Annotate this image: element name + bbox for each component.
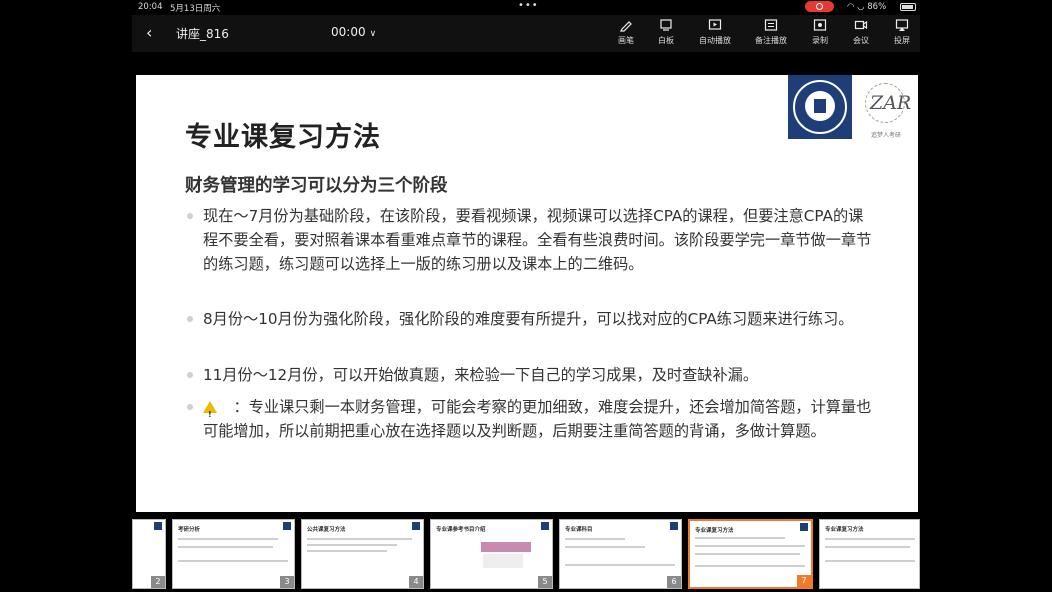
- slide-thumbnail[interactable]: 考研分析 3: [172, 519, 295, 589]
- warning-icon: [203, 401, 217, 427]
- slide-title: 专业课复习方法: [185, 122, 381, 153]
- headphone-icon: ◡: [857, 2, 865, 12]
- bullet-text: 现在～7月份为基础阶段，在该阶段，要看视频课，视频课可以选择CPA的课程，但要注…: [203, 207, 872, 273]
- slide-thumbnail[interactable]: 公共课复习方法 4: [301, 519, 424, 589]
- top-toolbar: ‹ 讲座_816 00:00 ∨ 画笔 白板 自动播放 备注播放 录制 会议 投屏: [132, 15, 920, 52]
- meeting-icon: [854, 20, 868, 30]
- university-logo: [788, 75, 852, 139]
- thumbnail-strip: 2 考研分析 3 公共课复习方法 4 专业课参考书目介绍 5 专业课科目 6 专…: [132, 518, 920, 592]
- bullet-item: 8月份～10月份为强化阶段，强化阶段的难度要有所提升，可以找对应的CPA练习题来…: [187, 307, 877, 331]
- document-title: 讲座_816: [176, 27, 229, 41]
- bullet-item: 11月份～12月份，可以开始做真题，来检验一下自己的学习成果，及时查缺补漏。: [187, 363, 877, 387]
- notes-play-icon: [764, 19, 778, 31]
- screen-record-icon[interactable]: [805, 1, 834, 12]
- wifi-icon: ◠: [847, 2, 855, 12]
- pen-button[interactable]: 画笔: [606, 18, 646, 46]
- slide-number: 7: [797, 575, 811, 587]
- record-button[interactable]: 录制: [800, 18, 840, 46]
- slide-number: 3: [280, 576, 294, 588]
- meeting-button[interactable]: 会议: [841, 18, 881, 46]
- bullet-dot: [187, 316, 193, 322]
- whiteboard-label: 白板: [658, 36, 674, 45]
- slide-subtitle: 财务管理的学习可以分为三个阶段: [185, 176, 448, 196]
- logo-caption: 追梦人考研: [870, 132, 901, 139]
- date: 5月13日周六: [170, 4, 221, 14]
- chevron-down-icon: ∨: [369, 29, 377, 39]
- slide-thumbnail-active[interactable]: 专业课复习方法 7: [688, 519, 813, 589]
- bullet-dot: [187, 404, 193, 410]
- record-icon: [813, 19, 827, 31]
- pen-label: 画笔: [618, 36, 634, 45]
- bullet-dot: [187, 372, 193, 378]
- battery-icon: [900, 3, 916, 11]
- pen-icon: [620, 21, 632, 32]
- status-bar: 20:04 5月13日周六 ••• ◠ ◡ 86%: [0, 0, 1052, 14]
- autoplay-button[interactable]: 自动播放: [695, 18, 735, 46]
- cast-button[interactable]: 投屏: [882, 18, 922, 46]
- battery-percent: 86%: [867, 2, 887, 12]
- bullet-text: ：专业课只剩一本财务管理，可能会考察的更加细致，难度会提升，还会增加简答题，计算…: [203, 398, 872, 440]
- timer-value: 00:00: [331, 25, 366, 39]
- bullet-item: ：专业课只剩一本财务管理，可能会考察的更加细致，难度会提升，还会增加简答题，计算…: [187, 395, 877, 443]
- slide-number: 4: [409, 576, 423, 588]
- whiteboard-icon: [660, 19, 672, 31]
- bullet-item: 现在～7月份为基础阶段，在该阶段，要看视频课，视频课可以选择CPA的课程，但要注…: [187, 204, 877, 276]
- meeting-label: 会议: [853, 36, 869, 45]
- system-icons: ◠ ◡ 86%: [847, 2, 886, 12]
- bullet-text: 11月份～12月份，可以开始做真题，来检验一下自己的学习成果，及时查缺补漏。: [203, 366, 759, 384]
- record-label: 录制: [812, 36, 828, 45]
- slide-thumbnail[interactable]: 专业课参考书目介绍 5: [430, 519, 553, 589]
- notes-play-button[interactable]: 备注播放: [751, 18, 791, 46]
- autoplay-label: 自动播放: [699, 36, 731, 45]
- bullet-text: 8月份～10月份为强化阶段，强化阶段的难度要有所提升，可以找对应的CPA练习题来…: [203, 310, 854, 328]
- current-slide[interactable]: ZAR 追梦人考研 专业课复习方法 财务管理的学习可以分为三个阶段 现在～7月份…: [136, 75, 918, 512]
- bullet-dot: [187, 213, 193, 219]
- whiteboard-button[interactable]: 白板: [646, 18, 686, 46]
- slide-number: 2: [151, 576, 165, 588]
- slide-thumbnail[interactable]: 专业课复习方法: [819, 519, 920, 589]
- cast-icon: [895, 19, 909, 31]
- autoplay-icon: [708, 19, 722, 30]
- zar-logo: ZAR 追梦人考研: [860, 80, 912, 140]
- slide-number: 6: [667, 576, 681, 588]
- notes-play-label: 备注播放: [755, 36, 787, 45]
- cast-label: 投屏: [894, 36, 910, 45]
- back-icon[interactable]: ‹: [146, 23, 152, 42]
- slide-thumbnail[interactable]: 专业课科目 6: [559, 519, 682, 589]
- slide-number: 5: [538, 576, 552, 588]
- more-dots-icon[interactable]: •••: [518, 0, 539, 11]
- clock: 20:04: [138, 2, 163, 12]
- timer-dropdown[interactable]: 00:00 ∨: [331, 25, 376, 39]
- slide-thumbnail[interactable]: 2: [132, 519, 166, 589]
